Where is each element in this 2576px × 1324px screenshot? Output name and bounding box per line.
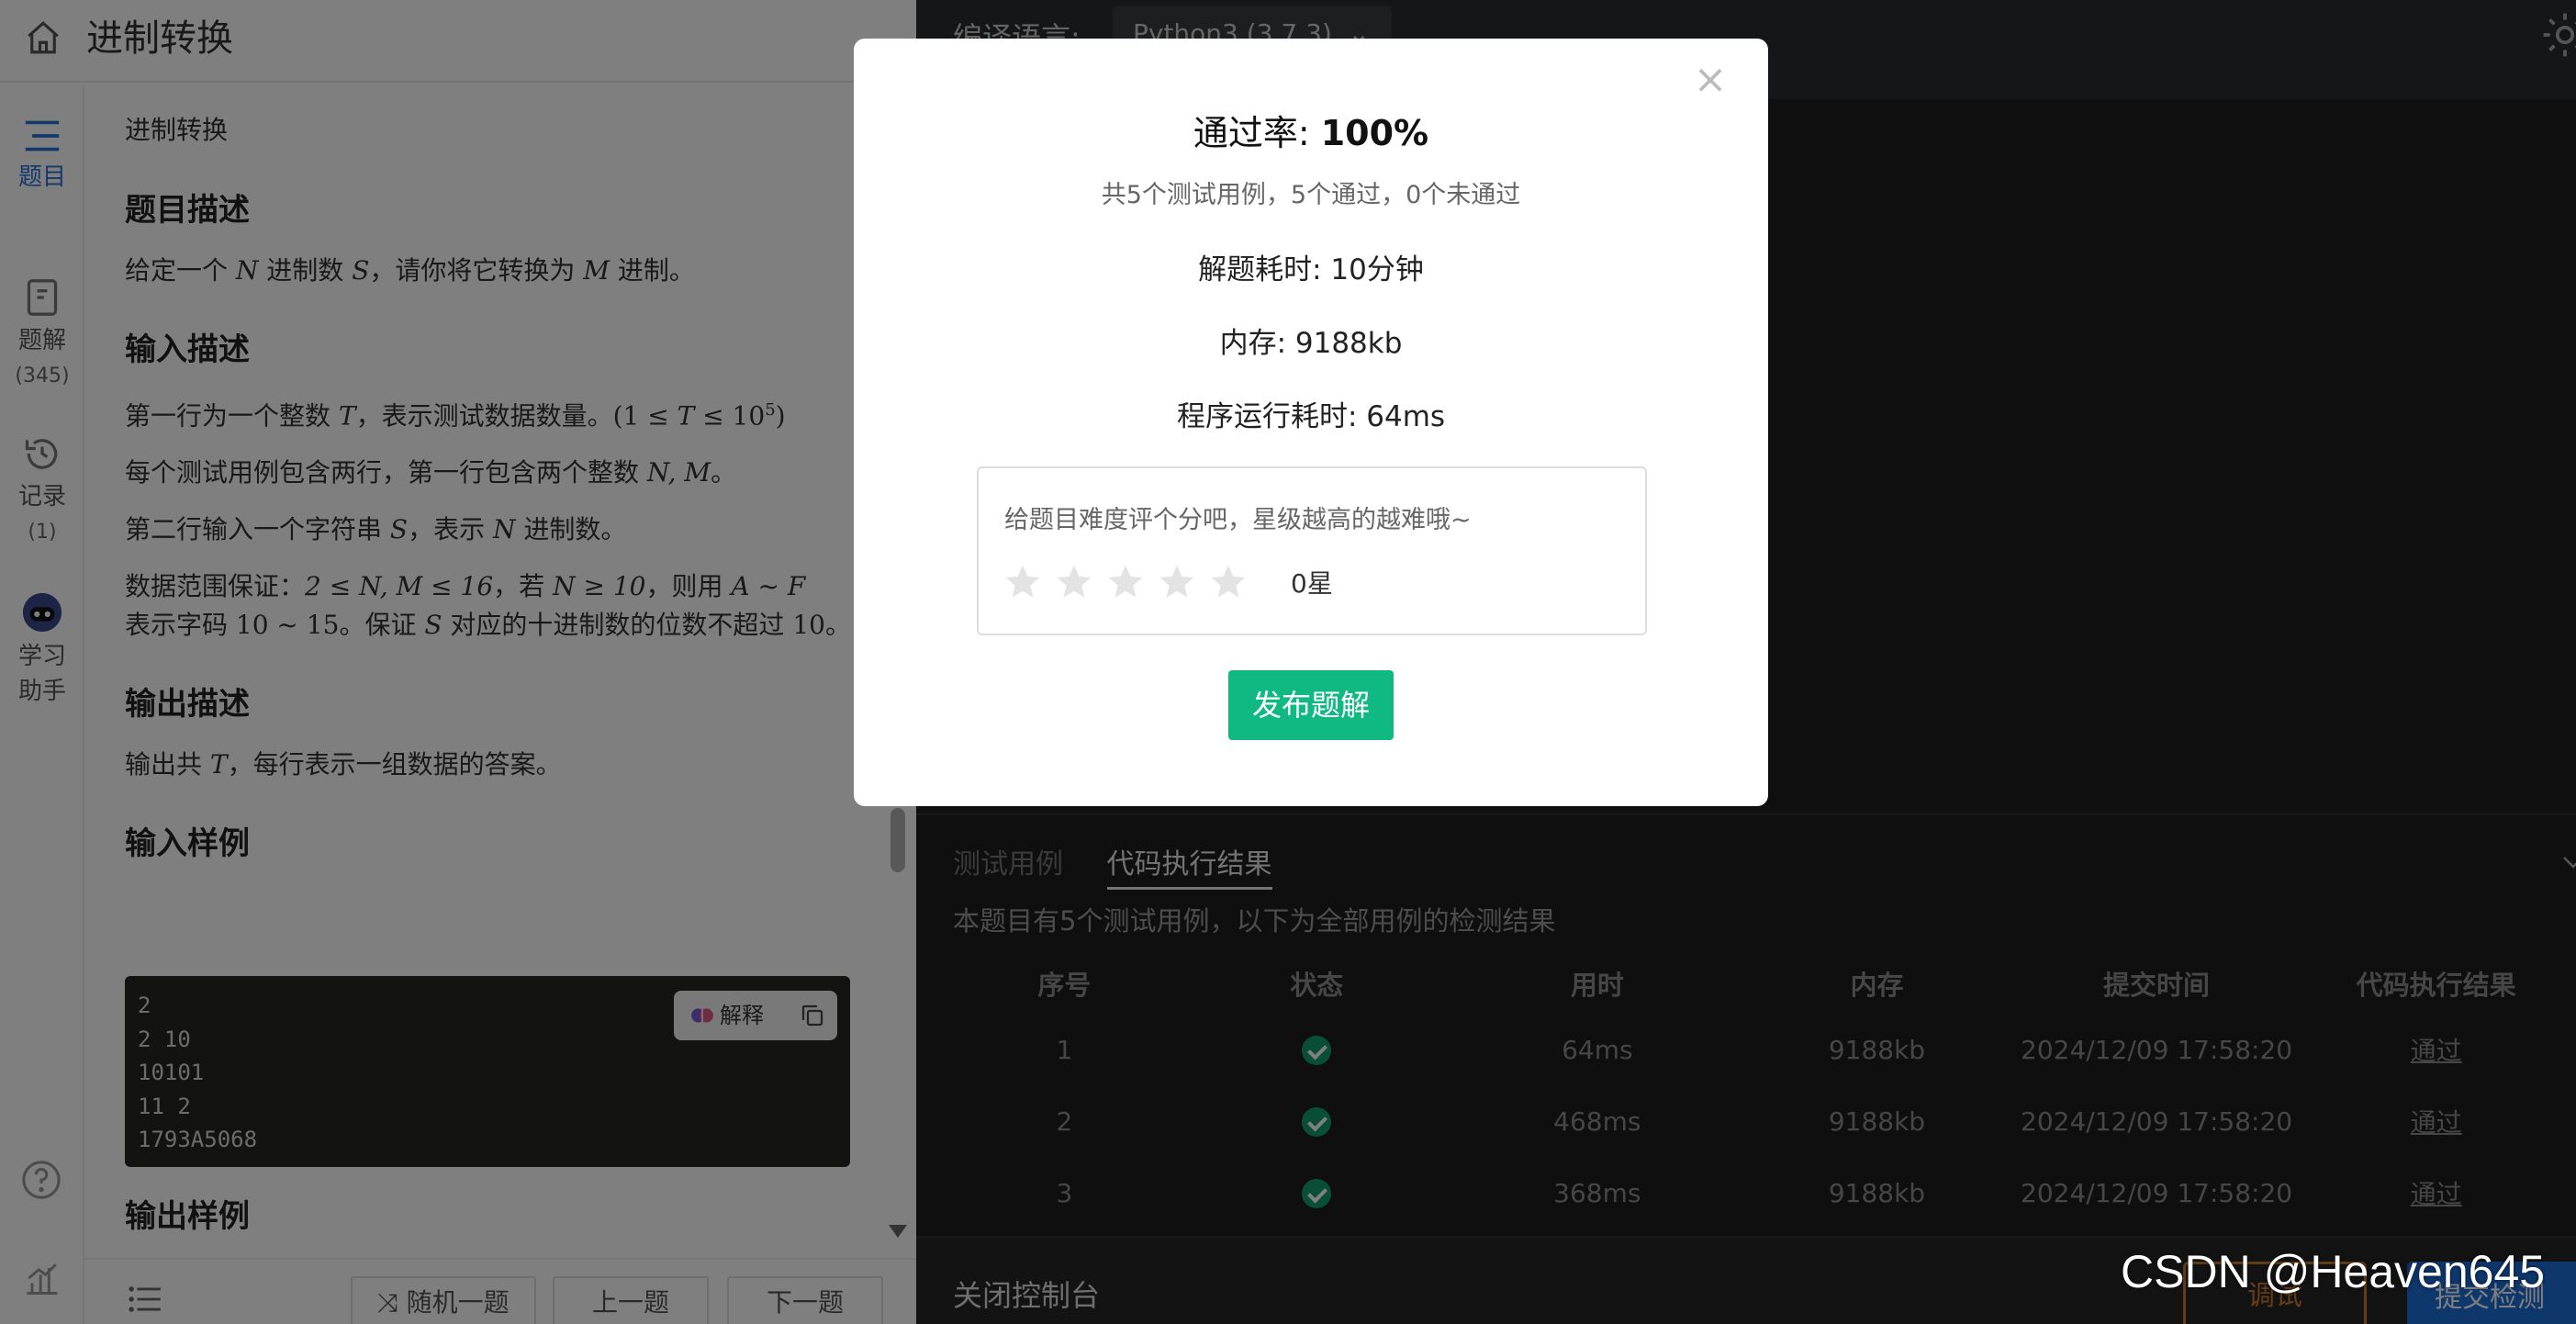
rating-value: 0星 (1291, 568, 1333, 599)
star-icon[interactable] (1105, 562, 1146, 602)
star-icon[interactable] (1054, 562, 1094, 602)
publish-solution-button[interactable]: 发布题解 (1228, 670, 1394, 740)
runtime: 程序运行耗时: 64ms (1176, 400, 1446, 433)
test-summary: 共5个测试用例，5个通过，0个未通过 (1101, 181, 1521, 209)
watermark: CSDN @Heaven645 (2121, 1246, 2546, 1297)
time-spent: 解题耗时: 10分钟 (1198, 253, 1424, 286)
difficulty-rating: 给题目难度评个分吧，星级越高的越难哦~ 0星 (977, 466, 1647, 635)
close-icon[interactable]: × (1687, 57, 1733, 103)
star-icon[interactable] (1208, 562, 1249, 602)
star-icon[interactable] (1157, 562, 1197, 602)
result-modal: × 通过率: 100% 共5个测试用例，5个通过，0个未通过 解题耗时: 10分… (854, 39, 1768, 806)
pass-rate-value: 100% (1320, 113, 1429, 153)
rating-prompt: 给题目难度评个分吧，星级越高的越难哦~ (1004, 506, 1472, 534)
memory-usage: 内存: 9188kb (1219, 327, 1403, 360)
star-icon[interactable] (1002, 562, 1043, 602)
pass-rate: 通过率: 100% (1193, 113, 1429, 153)
